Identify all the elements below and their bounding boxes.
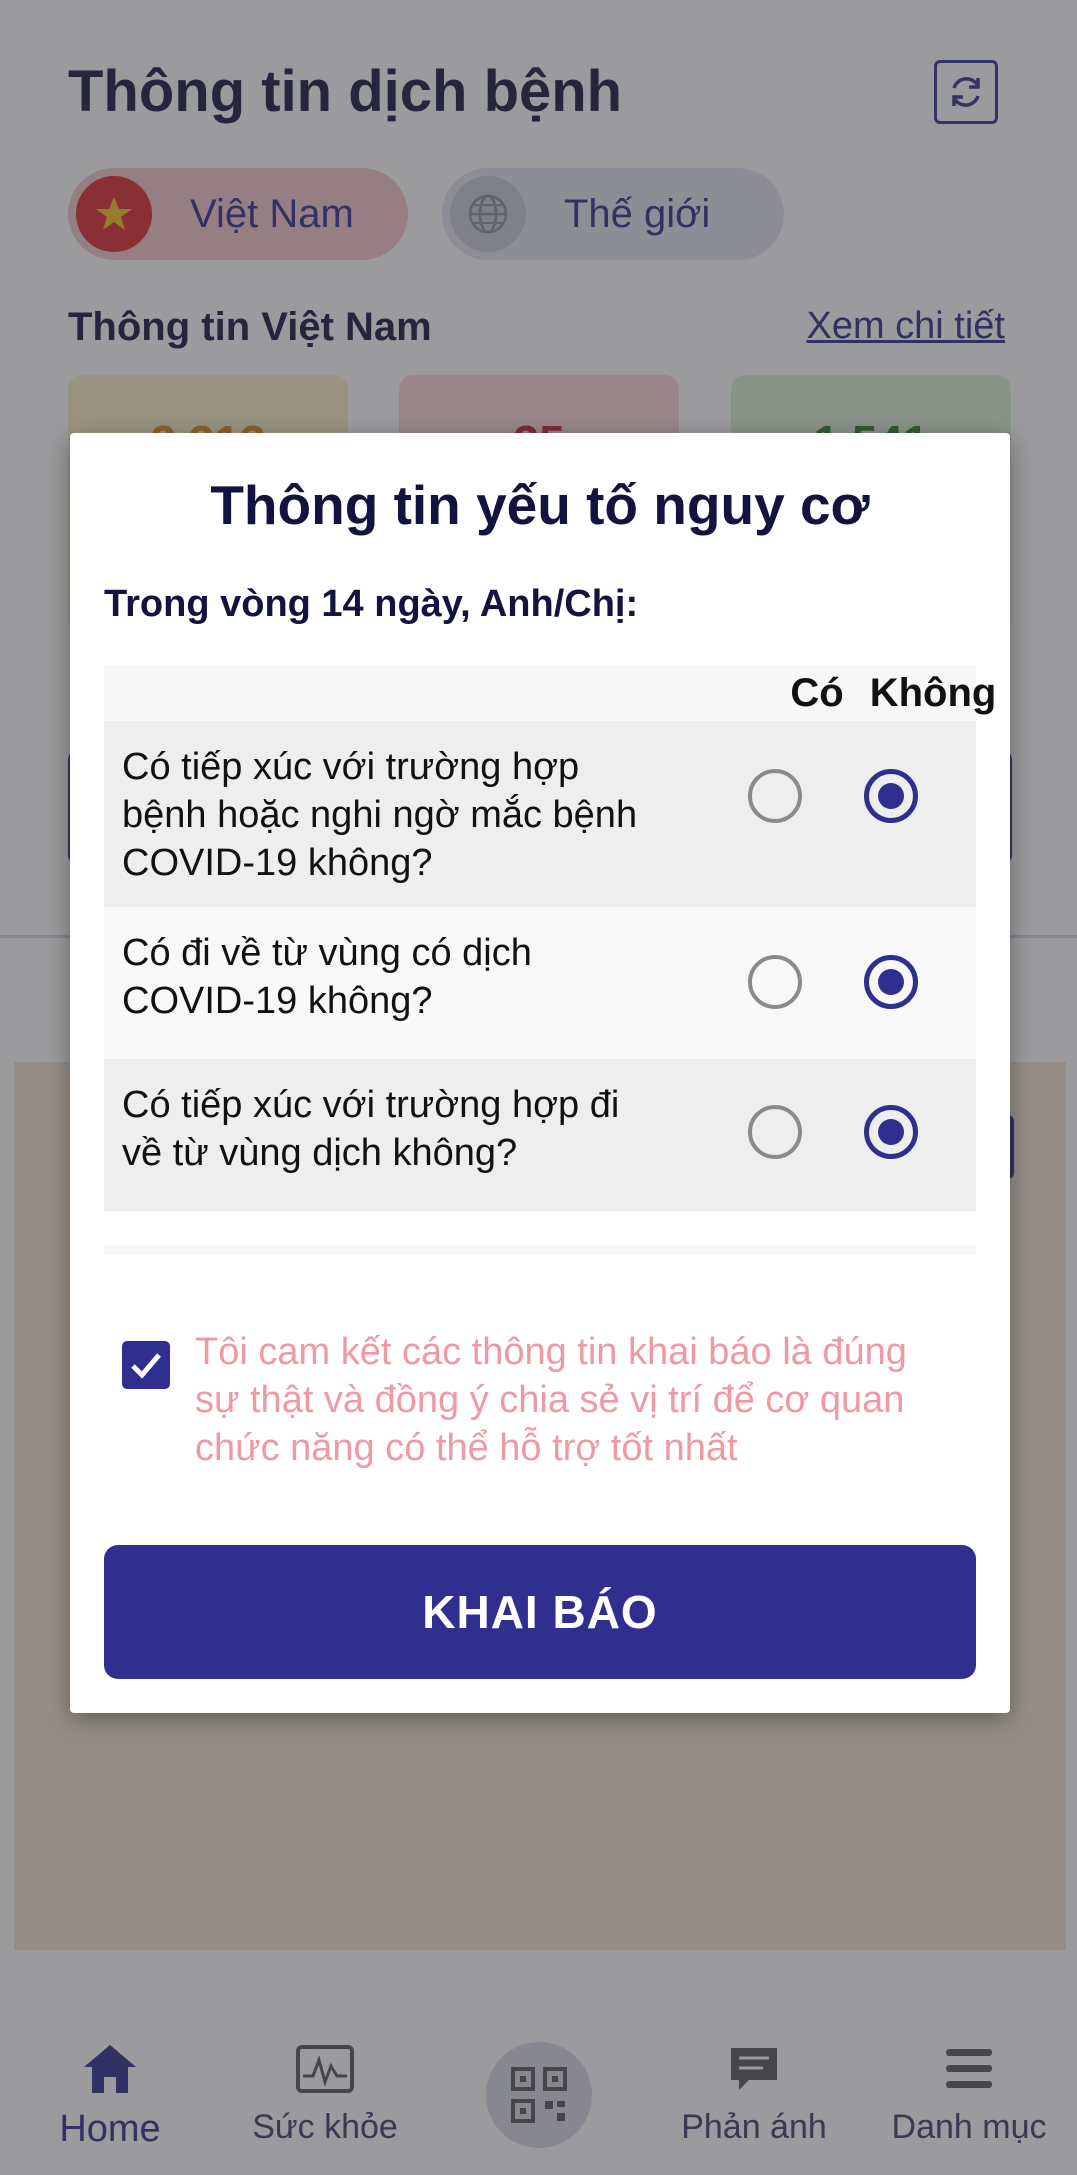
question-row: Có tiếp xúc với trường hợp đi về từ vùng… <box>104 1059 976 1211</box>
question-line: Có tiếp xúc với trường hợp <box>122 746 580 788</box>
commitment-line: Tôi cam kết các thông tin khai báo là đú… <box>195 1331 907 1373</box>
submit-button-label: KHAI BÁO <box>422 1586 658 1638</box>
question-line: bệnh hoặc nghi ngờ mắc bệnh <box>122 794 638 836</box>
commitment-line: chức năng có thể hỗ trợ tốt nhất <box>195 1427 738 1469</box>
radio-yes[interactable] <box>748 769 802 823</box>
table-header: Có Không <box>104 665 996 721</box>
question-line: COVID-19 không? <box>122 980 433 1022</box>
dialog-title: Thông tin yếu tố nguy cơ <box>210 474 870 536</box>
question-text: Có tiếp xúc với trường hợp đi về từ vùng… <box>122 1081 702 1177</box>
column-yes-header: Có <box>790 671 844 715</box>
commitment-line: sự thật và đồng ý chia sẻ vị trí để cơ q… <box>195 1379 905 1421</box>
question-text: Có đi về từ vùng có dịch COVID-19 không? <box>122 929 702 1025</box>
column-no-header: Không <box>869 671 997 715</box>
radio-no[interactable] <box>864 1105 918 1159</box>
radio-no[interactable] <box>864 955 918 1009</box>
question-line: Có tiếp xúc với trường hợp đi <box>122 1084 620 1126</box>
radio-yes[interactable] <box>748 955 802 1009</box>
dialog-subtitle: Trong vòng 14 ngày, Anh/Chị: <box>104 583 639 625</box>
submit-button[interactable]: KHAI BÁO <box>104 1545 976 1679</box>
question-text: Có tiếp xúc với trường hợp bệnh hoặc ngh… <box>122 743 702 887</box>
checkmark-icon <box>131 1353 161 1379</box>
questions-table: Có Không Có tiếp xúc với trường hợp bệnh… <box>104 665 996 1211</box>
question-row: Có đi về từ vùng có dịch COVID-19 không? <box>104 907 976 1059</box>
radio-yes[interactable] <box>748 1105 802 1159</box>
commitment-text: Tôi cam kết các thông tin khai báo là đú… <box>195 1328 985 1472</box>
risk-factor-dialog: Thông tin yếu tố nguy cơ Trong vòng 14 n… <box>70 433 1010 1713</box>
question-line: về từ vùng dịch không? <box>122 1132 518 1174</box>
question-row: Có tiếp xúc với trường hợp bệnh hoặc ngh… <box>104 721 976 907</box>
question-line: COVID-19 không? <box>122 842 433 884</box>
commitment-checkbox[interactable] <box>122 1341 170 1389</box>
section-divider <box>104 1245 976 1255</box>
radio-no[interactable] <box>864 769 918 823</box>
question-line: Có đi về từ vùng có dịch <box>122 932 532 974</box>
